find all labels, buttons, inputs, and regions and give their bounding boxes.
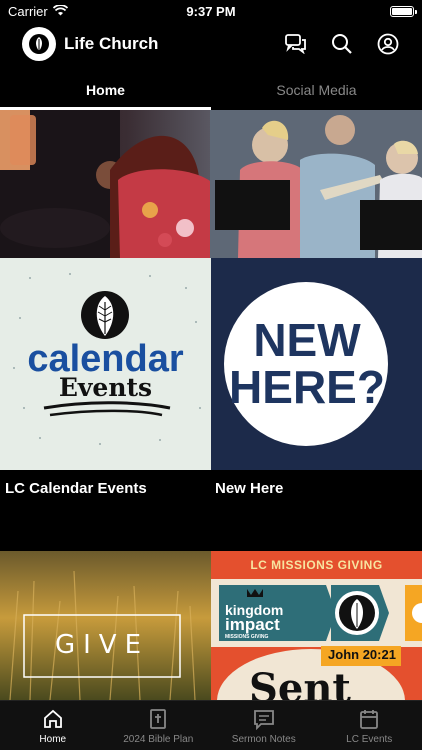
new-here-art-line2: HERE?: [229, 361, 385, 413]
home-icon: [41, 707, 65, 731]
app-header: Life Church: [0, 22, 422, 66]
bible-icon: [146, 707, 170, 731]
header-actions: [284, 32, 400, 56]
wheat-field-photo: [0, 551, 211, 700]
new-here-label[interactable]: New Here: [215, 480, 283, 497]
leaf-logo-icon[interactable]: [22, 27, 56, 61]
chat-icon[interactable]: [284, 32, 308, 56]
tab-home[interactable]: Home: [0, 70, 211, 110]
tabbar-sermon-notes[interactable]: Sermon Notes: [211, 701, 317, 750]
battery-level: [392, 7, 412, 15]
notes-icon: [252, 707, 276, 731]
status-bar: Carrier 9:37 PM: [0, 0, 422, 22]
worship-photo: [0, 110, 422, 258]
verse-art-text: John 20:21: [328, 647, 396, 662]
events-art-word: Events: [58, 373, 153, 402]
tabbar-lc-events[interactable]: LC Events: [317, 701, 422, 750]
tabbar-bible-plan-label: 2024 Bible Plan: [123, 733, 194, 745]
new-here-tile[interactable]: NEW HERE?: [211, 258, 422, 470]
bottom-tab-bar: Home 2024 Bible Plan Sermon Notes LC Eve…: [0, 700, 422, 750]
new-here-art-line1: NEW: [253, 314, 361, 366]
carrier-label: Carrier: [8, 3, 48, 19]
wifi-icon: [52, 3, 68, 19]
tabbar-sermon-notes-label: Sermon Notes: [231, 733, 296, 745]
tabbar-home[interactable]: Home: [0, 701, 106, 750]
sent-art-text: Sent: [249, 665, 351, 701]
tabbar-bible-plan[interactable]: 2024 Bible Plan: [106, 701, 212, 750]
search-icon[interactable]: [330, 32, 354, 56]
tab-social-media[interactable]: Social Media: [211, 70, 422, 110]
profile-icon[interactable]: [376, 32, 400, 56]
top-tabs: Home Social Media: [0, 70, 422, 110]
missions-giving-tile[interactable]: LC MISSIONS GIVING kingdom impact MISSIO…: [211, 551, 422, 700]
give-art-text: GIVE: [54, 630, 150, 660]
app-title: Life Church: [64, 34, 159, 53]
status-left: Carrier: [8, 4, 68, 19]
give-tile[interactable]: GIVE: [0, 551, 211, 700]
missions-giving-banner: LC MISSIONS GIVING: [250, 558, 383, 572]
tabbar-home-label: Home: [39, 733, 67, 745]
worship-banner-image[interactable]: [0, 110, 422, 258]
impact-art-text: impact: [225, 615, 280, 634]
calendar-icon: [357, 707, 381, 731]
calendar-events-label[interactable]: LC Calendar Events: [5, 480, 147, 497]
calendar-events-tile[interactable]: calendar Events: [0, 258, 211, 470]
missions-giving-art-subtext: MISSIONS GIVING: [225, 634, 269, 640]
tabbar-lc-events-label: LC Events: [346, 733, 393, 745]
battery-icon: [390, 5, 417, 17]
